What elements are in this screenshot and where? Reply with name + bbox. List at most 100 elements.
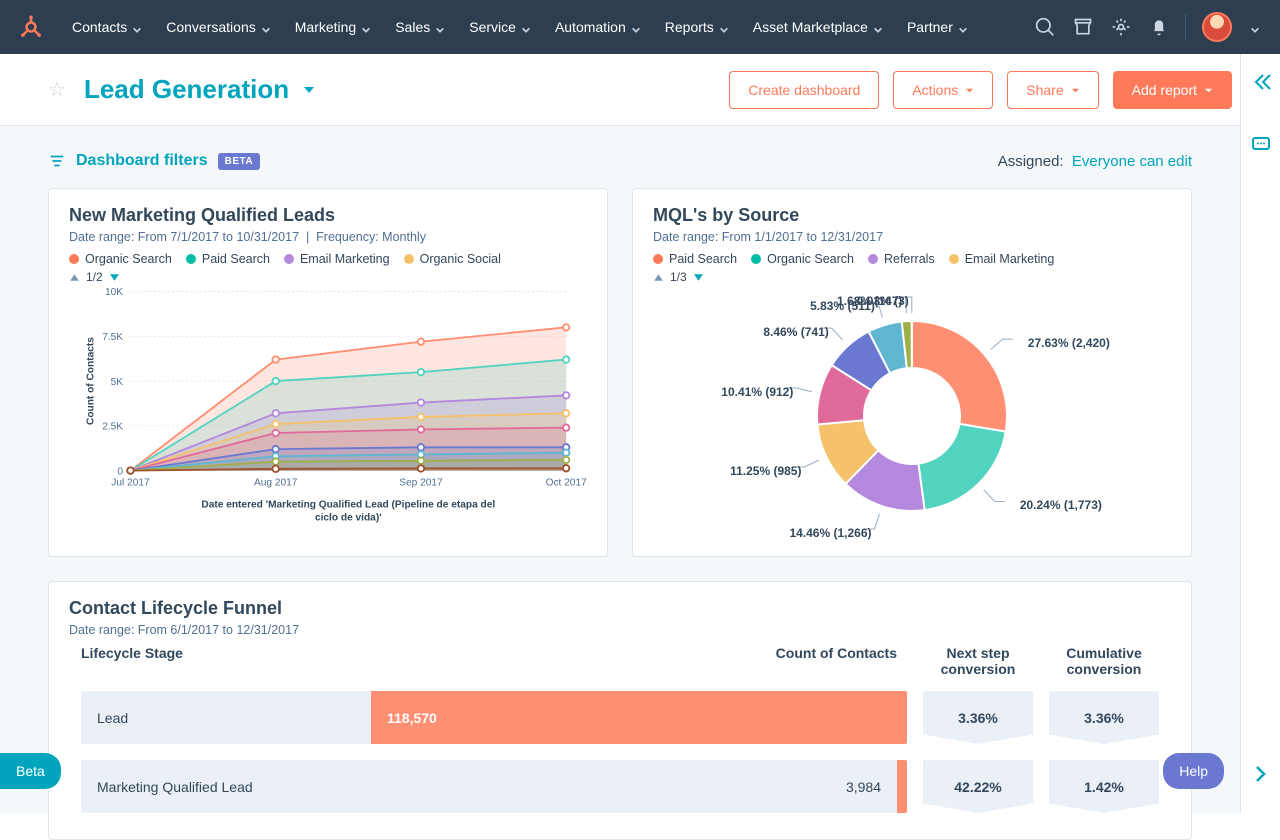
funnel-stage-label: Marketing Qualified Lead <box>97 779 253 795</box>
funnel-col-count: Count of Contacts <box>767 645 907 677</box>
actions-button[interactable]: Actions <box>893 71 993 109</box>
caret-down-icon <box>965 82 974 98</box>
legend-item[interactable]: Organic Search <box>751 252 854 266</box>
legend-pager[interactable]: 1/2 <box>69 270 587 284</box>
card-title: New Marketing Qualified Leads <box>69 205 587 226</box>
donut-slice-label: 0.03% (3) <box>857 294 909 308</box>
donut-slice-label: 10.41% (912) <box>721 385 793 399</box>
svg-text:Aug 2017: Aug 2017 <box>254 477 298 488</box>
card-title: Contact Lifecycle Funnel <box>69 598 1171 619</box>
donut-chart: 27.63% (2,420) 20.24% (1,773) 14.46% (1,26… <box>653 286 1171 546</box>
line-chart: 02.5K5K7.5K10KJul 2017Aug 2017Sep 2017Oc… <box>69 286 587 526</box>
funnel-row: Lead 118,570 3.36% 3.36% <box>69 691 1171 744</box>
favorite-star-icon[interactable]: ☆ <box>48 77 66 102</box>
nav-item-asset marketplace[interactable]: Asset Marketplace <box>743 0 893 54</box>
card-title: MQL's by Source <box>653 205 1171 226</box>
marketplace-icon[interactable] <box>1073 17 1093 37</box>
caret-down-icon <box>1204 82 1213 98</box>
donut-chart-legend: Paid Search Organic Search Referrals Email … <box>653 252 1171 266</box>
legend-item[interactable]: Paid Search <box>653 252 737 266</box>
pager-prev-icon <box>69 272 80 283</box>
card-lifecycle-funnel: Contact Lifecycle Funnel Date range: Fro… <box>48 581 1192 840</box>
legend-item[interactable]: Paid Search <box>186 252 270 266</box>
nav-item-marketing[interactable]: Marketing <box>285 0 381 54</box>
nav-item-partner[interactable]: Partner <box>897 0 978 54</box>
top-nav: ContactsConversationsMarketingSalesServi… <box>0 0 1280 54</box>
beta-badge: BETA <box>218 153 260 170</box>
help-button[interactable]: Help <box>1163 753 1224 789</box>
funnel-col-next: Next step conversion <box>923 645 1033 677</box>
settings-gear-icon[interactable] <box>1111 17 1131 37</box>
svg-text:Date entered 'Marketing Qualif: Date entered 'Marketing Qualified Lead (… <box>201 500 495 511</box>
share-button[interactable]: Share <box>1007 71 1098 109</box>
account-menu-chevron-icon[interactable] <box>1250 22 1260 32</box>
donut-slice-label: 8.46% (741) <box>763 325 828 339</box>
assigned-value-link[interactable]: Everyone can edit <box>1072 153 1192 170</box>
svg-text:Oct 2017: Oct 2017 <box>546 477 587 488</box>
svg-text:2.5K: 2.5K <box>102 422 123 433</box>
funnel-cumulative: 3.36% <box>1049 691 1159 744</box>
chevron-down-icon <box>435 22 445 32</box>
funnel-col-cum: Cumulative conversion <box>1049 645 1159 677</box>
donut-slice-label: 14.46% (1,266) <box>789 526 871 540</box>
chevron-down-icon <box>958 22 968 32</box>
page-header: ☆ Lead Generation Create dashboard Actio… <box>0 54 1280 126</box>
card-subtitle: Date range: From 7/1/2017 to 10/31/2017 … <box>69 230 587 244</box>
nav-item-automation[interactable]: Automation <box>545 0 651 54</box>
svg-text:7.5K: 7.5K <box>102 332 123 343</box>
collapse-panel-icon[interactable] <box>1251 72 1271 97</box>
legend-item[interactable]: Organic Social <box>404 252 501 266</box>
chevron-down-icon <box>361 22 371 32</box>
caret-down-icon <box>1071 82 1080 98</box>
donut-slice-label: 27.63% (2,420) <box>1028 336 1110 350</box>
svg-text:ciclo de vida)': ciclo de vida)' <box>315 512 382 523</box>
funnel-row: Marketing Qualified Lead 3,984 42.22% 1.… <box>69 760 1171 813</box>
dashboard-content: Dashboard filters BETA Assigned: Everyon… <box>0 126 1240 813</box>
nav-items: ContactsConversationsMarketingSalesServi… <box>62 0 978 54</box>
dashboard-title-caret-icon <box>301 74 317 105</box>
funnel-cumulative: 1.42% <box>1049 760 1159 813</box>
donut-slice-label: 11.25% (985) <box>730 464 801 478</box>
funnel-stage-value: 3,984 <box>846 779 881 795</box>
right-rail <box>1240 54 1280 813</box>
expand-panel-icon[interactable] <box>1251 764 1271 789</box>
dashboard-filters-toggle[interactable]: Dashboard filters BETA <box>48 152 260 170</box>
nav-item-service[interactable]: Service <box>459 0 541 54</box>
legend-item[interactable]: Organic Search <box>69 252 172 266</box>
chevron-down-icon <box>261 22 271 32</box>
svg-text:5K: 5K <box>111 377 124 388</box>
nav-separator <box>1185 14 1186 40</box>
dashboard-title[interactable]: Lead Generation <box>84 74 317 105</box>
funnel-stage-label: Lead <box>81 710 371 726</box>
card-new-mql: New Marketing Qualified Leads Date range… <box>48 188 608 557</box>
user-avatar[interactable] <box>1202 12 1232 42</box>
funnel-next-step: 3.36% <box>923 691 1033 744</box>
svg-text:10K: 10K <box>105 287 123 298</box>
nav-item-contacts[interactable]: Contacts <box>62 0 152 54</box>
card-mql-by-source: MQL's by Source Date range: From 1/1/201… <box>632 188 1192 557</box>
card-subtitle: Date range: From 1/1/2017 to 12/31/2017 <box>653 230 1171 244</box>
chevron-down-icon <box>631 22 641 32</box>
create-dashboard-button[interactable]: Create dashboard <box>729 71 879 109</box>
assigned-label: Assigned: Everyone can edit <box>998 153 1192 170</box>
funnel-col-stage: Lifecycle Stage <box>81 645 401 677</box>
nav-item-sales[interactable]: Sales <box>385 0 455 54</box>
hubspot-logo-icon[interactable] <box>14 10 48 44</box>
legend-item[interactable]: Email Marketing <box>949 252 1055 266</box>
nav-item-reports[interactable]: Reports <box>655 0 739 54</box>
svg-text:Sep 2017: Sep 2017 <box>399 477 443 488</box>
legend-item[interactable]: Referrals <box>868 252 935 266</box>
legend-item[interactable]: Email Marketing <box>284 252 390 266</box>
chevron-down-icon <box>132 22 142 32</box>
search-icon[interactable] <box>1035 17 1055 37</box>
donut-slice-label: 20.24% (1,773) <box>1020 498 1102 512</box>
pager-next-icon <box>109 272 120 283</box>
add-report-button[interactable]: Add report <box>1113 71 1232 109</box>
svg-text:Jul 2017: Jul 2017 <box>111 477 150 488</box>
nav-item-conversations[interactable]: Conversations <box>156 0 281 54</box>
notifications-bell-icon[interactable] <box>1149 17 1169 37</box>
chat-icon[interactable] <box>1251 135 1271 160</box>
beta-button[interactable]: Beta <box>0 753 61 789</box>
card-subtitle: Date range: From 6/1/2017 to 12/31/2017 <box>69 623 1171 637</box>
dashboard-title-text: Lead Generation <box>84 74 289 105</box>
